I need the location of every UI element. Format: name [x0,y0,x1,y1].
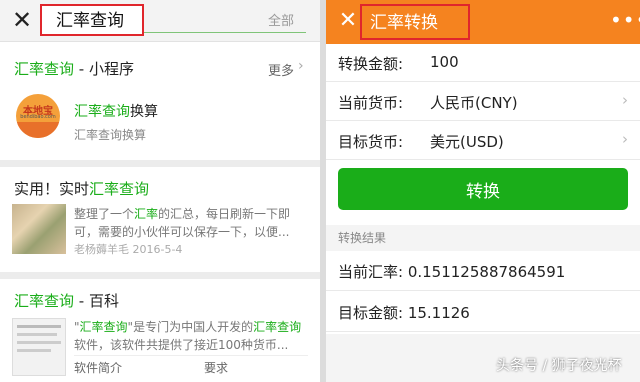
more-link[interactable]: 更多 [268,60,294,79]
rate-result-row: 当前汇率: 0.151125887864591 [326,251,640,291]
search-query: 汇率查询 [56,11,124,31]
current-currency-select[interactable]: 人民币(CNY) [430,92,518,113]
current-currency-row[interactable]: 当前货币: 人民币(CNY) › [326,83,640,121]
miniprogram-name[interactable]: 汇率查询换算 [74,101,158,121]
article-thumbnail[interactable] [12,204,66,254]
current-currency-label: 当前货币: [338,94,404,112]
app-title: 汇率转换 [370,13,438,33]
app-header: ✕ 汇率转换 ••• [326,0,640,44]
miniprogram-section-title: 汇率查询 - 小程序 [14,60,134,78]
amount-input[interactable]: 100 [430,53,459,71]
result-header: 转换结果 [326,225,640,251]
chevron-right-icon: › [622,130,628,148]
close-icon[interactable]: ✕ [8,5,36,35]
amount-result-row: 目标金额: 15.1126 [326,292,640,332]
miniprogram-logo[interactable]: 本地宝 bendibao.com [16,94,60,138]
app-title-box: 汇率转换 [360,4,470,40]
target-currency-label: 目标货币: [338,133,404,151]
article-description: 整理了一个汇率的汇总，每日刷新一下即可，需要的小伙伴可以保存一下，以便... [74,207,291,239]
search-input[interactable]: 汇率查询 [40,4,144,36]
article-meta: 老杨薅羊毛 2016-5-4 [74,243,183,256]
search-scope[interactable]: 全部 [268,10,294,29]
search-bar: ✕ 汇率查询 全部 [0,0,320,42]
baike-tab-requirements[interactable]: 要求 [204,359,228,376]
chevron-right-icon: › [622,91,628,109]
convert-button[interactable]: 转换 [338,168,628,210]
close-icon[interactable]: ✕ [336,6,360,36]
more-dots-icon[interactable]: ••• [610,8,640,32]
baike-tab-divider [74,355,308,356]
amount-result: 目标金额: 15.1126 [338,304,470,322]
watermark: 头条号 / 狮子夜光杯 [496,358,622,374]
rate-result: 当前汇率: 0.151125887864591 [338,263,566,281]
baike-tab-intro[interactable]: 软件简介 [74,359,122,376]
miniprogram-panel: ✕ 汇率转换 ••• 转换金额: 100 当前货币: 人民币(CNY) › 目标… [326,0,640,382]
baike-section-title[interactable]: 汇率查询 - 百科 [14,290,119,311]
section-divider [0,272,320,279]
amount-row[interactable]: 转换金额: 100 [326,44,640,82]
baike-thumbnail[interactable] [12,318,66,376]
amount-label: 转换金额: [338,55,404,73]
baike-description: "汇率查询"是专门为中国人开发的汇率查询软件，该软件共提供了接近100种货币..… [74,320,302,352]
search-underline [144,32,306,33]
target-currency-select[interactable]: 美元(USD) [430,131,504,152]
article-title[interactable]: 实用！实时汇率查询 [14,178,149,199]
section-divider [0,160,320,167]
search-panel: ✕ 汇率查询 全部 汇率查询 - 小程序 更多 › 本地宝 bendibao.c… [0,0,320,382]
miniprogram-subtitle: 汇率查询换算 [74,128,147,142]
chevron-right-icon: › [298,58,304,74]
target-currency-row[interactable]: 目标货币: 美元(USD) › [326,122,640,160]
